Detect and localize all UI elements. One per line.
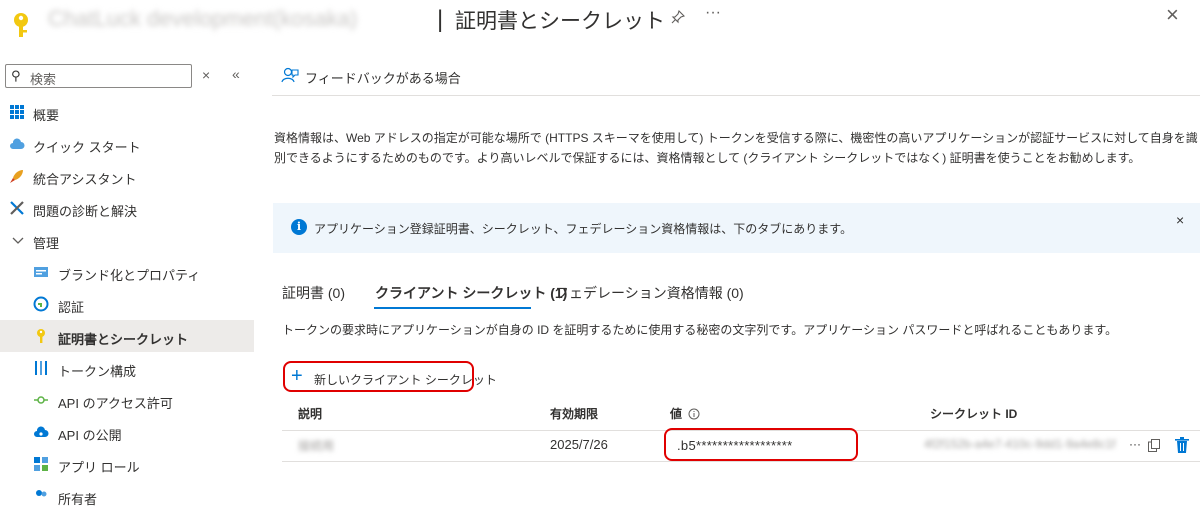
wrench-icon (10, 201, 24, 215)
chevron-down-icon (12, 237, 24, 244)
new-client-secret-button[interactable]: + 新しいクライアント シークレット (283, 361, 497, 392)
active-tab-indicator (374, 307, 531, 309)
more-options-button[interactable]: ··· (705, 4, 721, 22)
app-roles-icon (34, 457, 48, 471)
dismiss-banner-button[interactable]: × (1176, 212, 1184, 228)
card-icon (34, 267, 48, 277)
toolbar-divider (272, 95, 1200, 96)
sidebar-item-token-configuration[interactable]: トークン構成 (0, 352, 254, 384)
row-more-button[interactable]: ··· (1129, 437, 1141, 451)
sidebar-item-label: 管理 (33, 236, 60, 251)
sidebar-item-owners[interactable]: 所有者 (0, 480, 254, 512)
column-header-expires[interactable]: 有効期限 (550, 405, 598, 422)
bars-icon (35, 361, 47, 375)
collapse-sidebar-button[interactable]: « (232, 66, 240, 82)
tab-description: トークンの要求時にアプリケーションが自身の ID を証明するために使用する秘密の… (282, 323, 1118, 337)
sidebar-item-label: API の公開 (58, 428, 122, 443)
column-header-secret-id[interactable]: シークレット ID (930, 405, 1017, 422)
sidebar-item-label: トークン構成 (58, 364, 137, 379)
rocket-icon (10, 170, 23, 183)
sidebar-item-diagnose[interactable]: 問題の診断と解決 (0, 192, 254, 224)
page-title: 証明書とシークレット (455, 10, 665, 33)
sidebar-group-manage[interactable]: 管理 (0, 224, 254, 256)
sidebar-item-label: 統合アシスタント (33, 172, 137, 187)
sidebar-item-quickstart[interactable]: クイック スタート (0, 128, 254, 160)
title-separator: | (437, 6, 444, 33)
tab-federated-credentials[interactable]: フェデレーション資格情報 (0) (555, 283, 744, 303)
close-blade-button[interactable]: × (1166, 2, 1179, 28)
cloud-icon (10, 138, 25, 149)
search-clear-button[interactable]: × (202, 67, 210, 83)
pin-icon[interactable] (671, 10, 685, 24)
owners-icon (36, 490, 47, 497)
sidebar-item-branding[interactable]: ブランド化とプロパティ (0, 256, 254, 288)
delete-icon[interactable] (1175, 437, 1189, 453)
info-text: アプリケーション登録証明書、シークレット、フェデレーション資格情報は、下のタブに… (314, 222, 853, 236)
cell-description: 接続用 (298, 439, 335, 453)
sidebar-item-label: 認証 (58, 300, 85, 315)
sidebar-item-label: 証明書とシークレット (58, 332, 189, 347)
app-name: ChatLuck development(kosaka) (48, 6, 358, 31)
new-secret-label: 新しいクライアント シークレット (314, 373, 497, 387)
cell-expires: 2025/7/26 (550, 437, 608, 452)
sidebar-item-label: API のアクセス許可 (58, 396, 173, 411)
tab-client-secrets[interactable]: クライアント シークレット (1) (375, 283, 567, 303)
column-header-value[interactable]: 値 (670, 405, 700, 422)
sidebar-item-authentication[interactable]: 認証 (0, 288, 254, 320)
key-icon (14, 13, 28, 37)
cell-secret-id: 4f2f152b-a4e7-410c-9dd1-9a4e8c1f (924, 437, 1116, 451)
cloud-api-icon (34, 426, 49, 437)
key-icon (37, 329, 45, 343)
plus-icon: + (291, 365, 303, 387)
auth-icon (33, 296, 49, 312)
description-text: 資格情報は、Web アドレスの指定が可能な場所で (HTTPS スキーマを使用し… (274, 131, 1198, 165)
sidebar-item-label: 問題の診断と解決 (33, 204, 138, 219)
info-icon: i (291, 219, 307, 235)
column-header-description[interactable]: 説明 (298, 405, 322, 422)
search-input[interactable]: ⚲ 検索 (5, 64, 192, 88)
sidebar-item-label: クイック スタート (33, 140, 141, 155)
grid-icon (10, 105, 24, 119)
sidebar-item-api-permissions[interactable]: API のアクセス許可 (0, 384, 254, 416)
blade-header: ChatLuck development(kosaka) | 証明書とシークレッ… (0, 0, 1200, 40)
secret-value: .b5****************** (677, 438, 793, 453)
table-row-divider (282, 461, 1200, 462)
search-placeholder: 検索 (30, 72, 57, 87)
sidebar-item-overview[interactable]: 概要 (0, 96, 254, 128)
sidebar-item-integration-assistant[interactable]: 統合アシスタント (0, 160, 254, 192)
sidebar-item-certificates-secrets[interactable]: 証明書とシークレット (0, 320, 254, 352)
api-permission-icon (34, 396, 48, 404)
sidebar-item-label: 所有者 (58, 492, 98, 507)
column-header-label: 値 (670, 407, 683, 421)
copy-icon[interactable] (1148, 439, 1160, 452)
sidebar-item-app-roles[interactable]: アプリ ロール (0, 448, 254, 480)
feedback-label: フィードバックがある場合 (305, 71, 461, 86)
sidebar-item-label: ブランド化とプロパティ (58, 268, 201, 283)
search-icon: ⚲ (11, 68, 21, 83)
info-banner: i アプリケーション登録証明書、シークレット、フェデレーション資格情報は、下のタ… (273, 203, 1200, 253)
info-circle-icon[interactable] (688, 408, 700, 420)
sidebar-item-label: 概要 (33, 108, 60, 123)
cell-value: .b5****************** (664, 428, 858, 461)
sidebar-item-label: アプリ ロール (58, 460, 140, 475)
feedback-icon (281, 67, 299, 83)
tab-certificates[interactable]: 証明書 (0) (282, 283, 345, 303)
sidebar-item-expose-api[interactable]: API の公開 (0, 416, 254, 448)
